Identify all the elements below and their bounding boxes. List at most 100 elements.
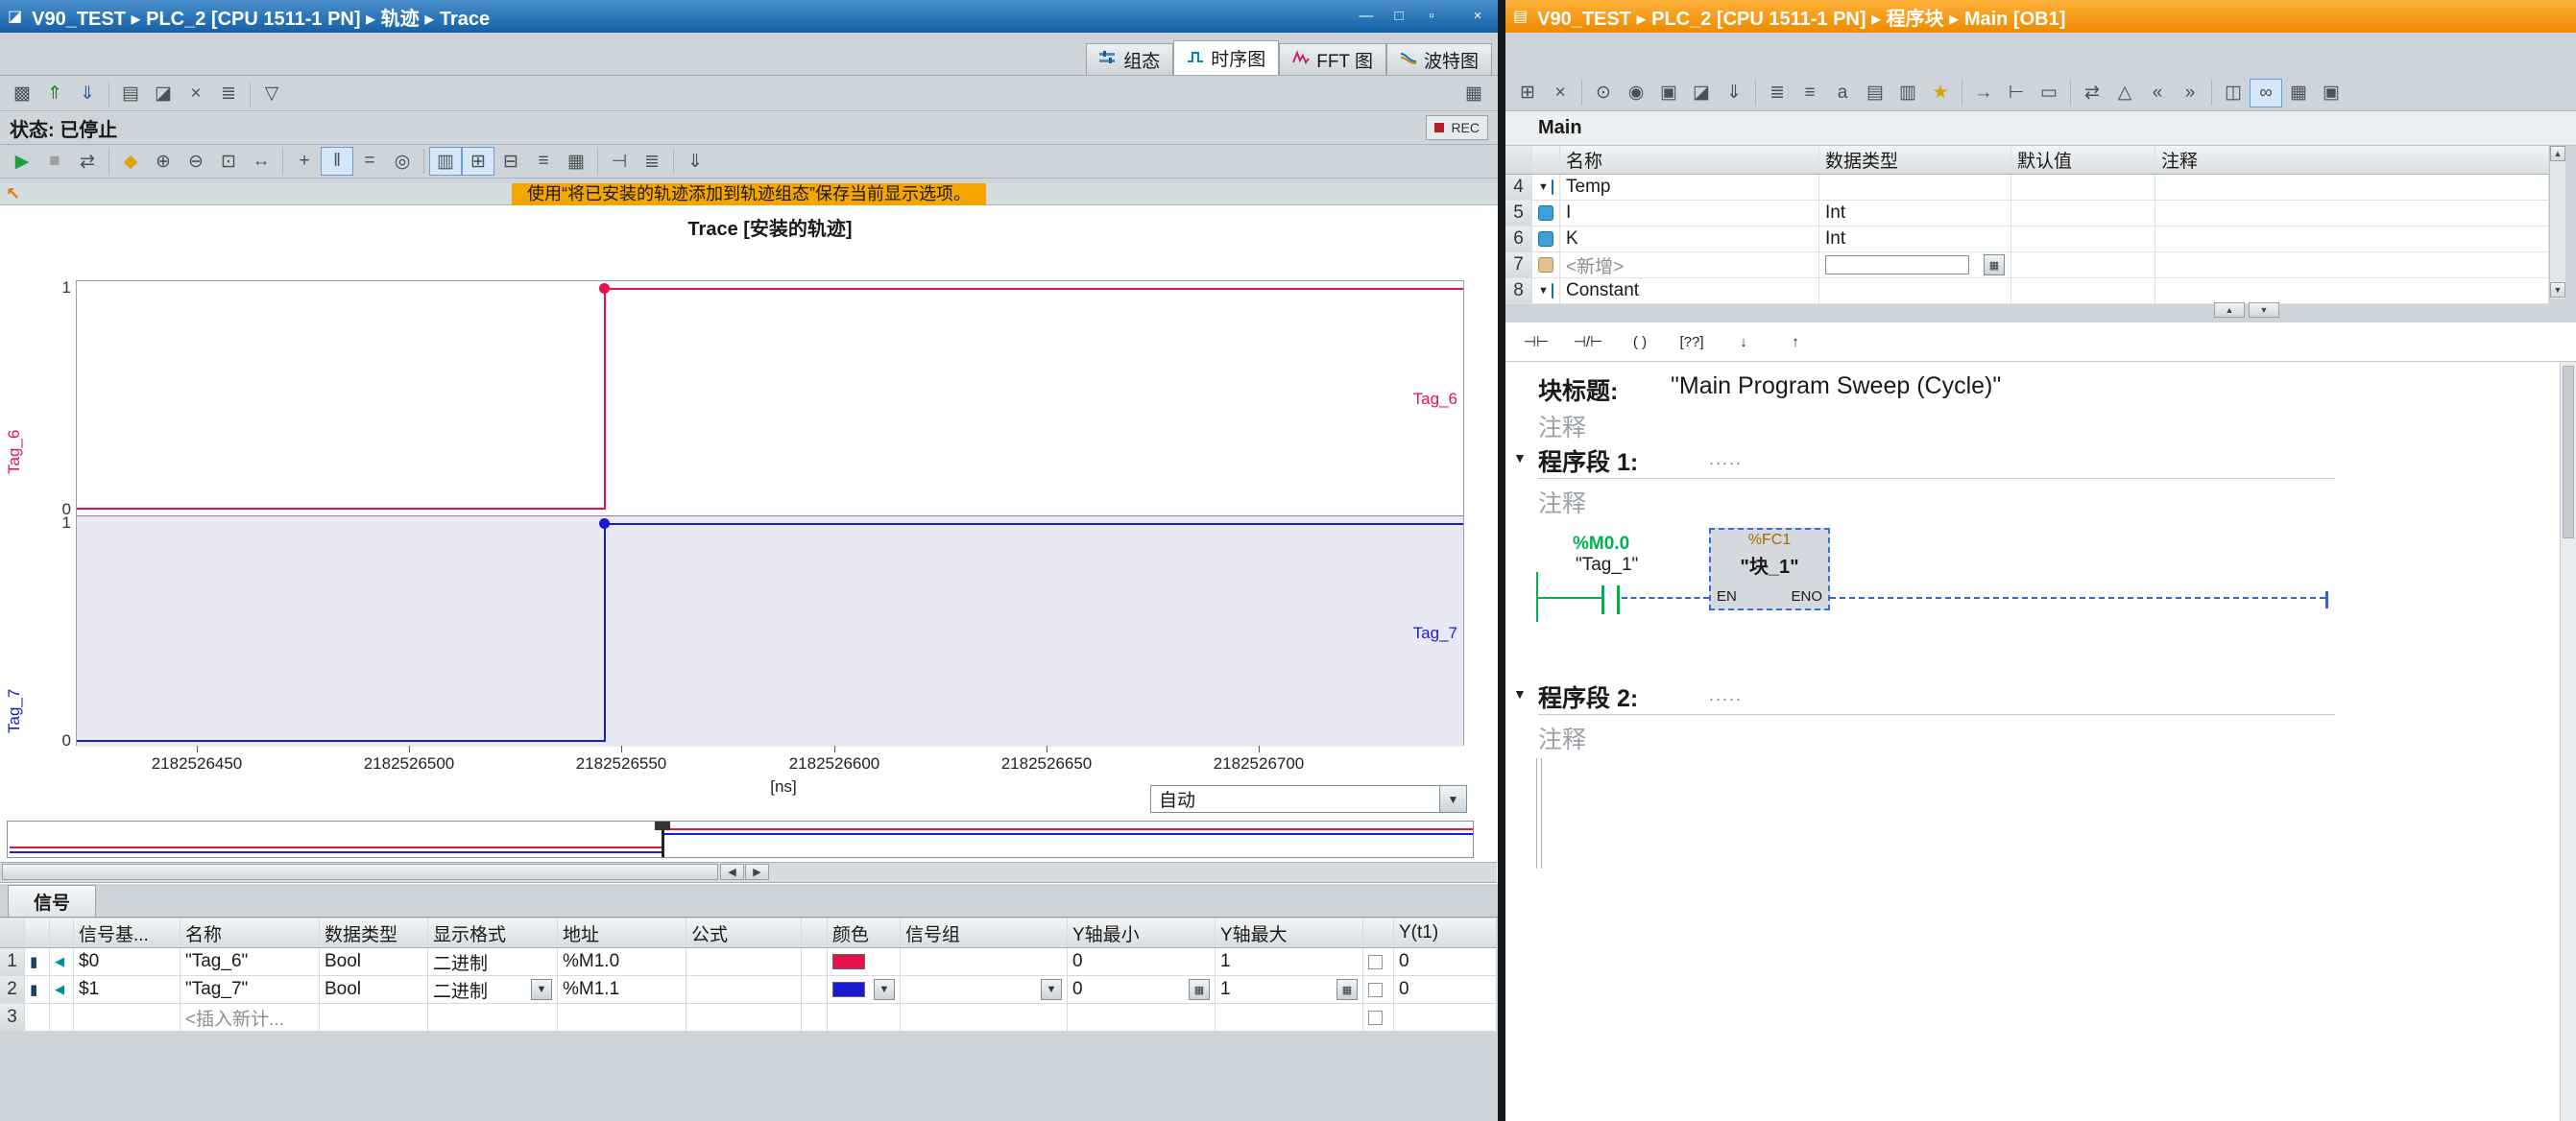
table-row[interactable]: 7 <新增> ▦ [1505,252,2549,278]
new-measurement-icon[interactable]: ▩ [6,80,38,108]
export-icon[interactable]: ⇑ [38,80,71,108]
chevron-down-icon[interactable]: ▼ [1439,786,1466,812]
signal-formula-cell[interactable] [686,976,802,1003]
signal-group-cell[interactable] [901,948,1068,975]
browse-icon[interactable]: ▦ [1336,979,1358,1000]
variable-comment-cell[interactable] [2155,201,2549,226]
open-branch-icon[interactable]: ⊢ [2000,79,2033,107]
bit-tracks-icon[interactable]: ▥ [429,147,462,176]
download-values-icon[interactable]: ⇓ [1718,79,1750,107]
y-max-cell[interactable]: 1▦ [1216,976,1363,1003]
collapse-interface-icon[interactable]: ▲ [2214,302,2245,318]
signal-datatype-cell[interactable]: Bool [320,948,428,975]
signal-address-cell[interactable]: %M1.0 [558,948,686,975]
list-icon[interactable]: ≣ [212,80,245,108]
empty-box-icon[interactable]: [??] [1671,326,1713,357]
visibility-checkbox[interactable] [1368,983,1383,997]
scrollbar-thumb[interactable] [2,864,718,880]
stop-trace-icon[interactable]: ■ [38,147,71,176]
start-trace-icon[interactable]: ▶ [6,147,38,176]
trigger-icon[interactable]: ◆ [114,147,147,176]
chevron-down-icon[interactable]: ▼ [1538,181,1549,193]
snap-points-icon[interactable]: ◎ [386,147,419,176]
variable-default-cell[interactable] [2011,227,2155,251]
time-range-select[interactable]: 自动 ▼ [1150,785,1467,813]
zoom-out-icon[interactable]: ⊖ [180,147,212,176]
detach-icon[interactable]: ▣ [2315,79,2347,107]
split-editor-icon[interactable]: ◫ [2217,79,2250,107]
contact-tag-name[interactable]: "Tag_1" [1576,555,1638,576]
delete-row-icon[interactable]: × [1544,79,1577,107]
block-title-value[interactable]: "Main Program Sweep (Cycle)" [1671,372,2001,400]
copy-icon[interactable]: ◪ [147,80,180,108]
tag7-transition-marker[interactable] [599,518,610,529]
collapse-networks-icon[interactable]: ≡ [1794,79,1826,107]
y-min-cell[interactable]: 0▦ [1068,976,1216,1003]
snapshot-icon[interactable]: ▦ [1457,80,1490,108]
scroll-down-icon[interactable]: ▼ [2550,282,2565,298]
en-pin-label[interactable]: EN [1717,588,1737,605]
coil-icon[interactable]: ( ) [1619,326,1661,357]
visibility-checkbox[interactable] [1368,955,1383,969]
monitoring-icon[interactable]: ∞ [2250,79,2282,107]
horizontal-cursor-icon[interactable]: = [353,147,386,176]
legend-icon[interactable]: ≡ [527,147,560,176]
open-branch-icon[interactable]: ↓ [1722,326,1765,357]
signal-datatype-cell[interactable]: Bool [320,976,428,1003]
overview-cursor-grip[interactable] [655,822,670,830]
signal-name-cell[interactable]: "Tag_7" [181,976,320,1003]
signal-color-cell[interactable]: ▼ [828,976,901,1003]
block-comment[interactable]: 注释 [1538,409,1586,443]
align-left-icon[interactable]: ⊣ [603,147,636,176]
expand-networks-icon[interactable]: ≣ [1761,79,1794,107]
refresh-icon[interactable]: ⇄ [2076,79,2108,107]
scroll-left-icon[interactable]: ◀ [720,864,744,880]
retain-values-icon[interactable]: ◉ [1620,79,1652,107]
zoom-in-icon[interactable]: ⊕ [147,147,180,176]
minimize-button[interactable]: — [1354,6,1379,27]
network1-title-dots[interactable]: ..... [1709,449,1743,469]
network2-title[interactable]: 程序段 2: [1538,680,1638,714]
network1-collapse-icon[interactable]: ▼ [1513,450,1527,465]
signal-base-cell[interactable] [74,1004,181,1031]
maximize-button[interactable]: □ [1386,6,1411,27]
contact-bar-right[interactable] [1617,585,1620,614]
tab-configuration[interactable]: 组态 [1086,43,1173,75]
fc-call-block[interactable]: %FC1 "块_1" EN ENO [1709,528,1830,610]
no-contact-icon[interactable]: ⊣⊢ [1515,326,1557,357]
network2-comment[interactable]: 注释 [1538,721,1586,755]
favorites-icon[interactable]: ★ [1924,79,1957,107]
variable-name-cell[interactable]: I [1560,201,1819,226]
pointer-icon[interactable]: + [288,147,321,176]
editor-scrollbar[interactable] [2560,362,2576,1121]
variable-comment-cell[interactable] [2155,278,2549,303]
variable-type-cell[interactable] [1819,278,2011,303]
variable-default-cell[interactable] [2011,175,2155,200]
variable-name-cell[interactable]: Constant [1560,278,1819,303]
browse-icon[interactable]: ▦ [1984,254,2005,275]
empty-box-icon[interactable]: ▭ [2033,79,2065,107]
chevron-down-icon[interactable]: ▼ [1041,979,1062,1000]
color-swatch[interactable] [832,982,865,997]
y-min-cell[interactable]: 0 [1068,948,1216,975]
expand-interface-icon[interactable]: ▼ [2249,302,2279,318]
chevron-down-icon[interactable]: ▼ [1538,285,1549,297]
variable-type-cell[interactable]: ▦ [1819,252,2011,277]
visible-cell[interactable] [1363,1004,1394,1031]
eno-pin-label[interactable]: ENO [1791,588,1822,605]
jump-to-icon[interactable]: → [1967,79,2000,107]
tab-timing-diagram[interactable]: 时序图 [1173,40,1279,75]
free-comments-icon[interactable]: ▥ [1891,79,1924,107]
signal-formula-cell[interactable] [686,948,802,975]
variable-default-cell[interactable] [2011,278,2155,303]
align-justify-icon[interactable]: ≣ [636,147,668,176]
redo-icon[interactable]: » [2174,79,2206,107]
network2-collapse-icon[interactable]: ▼ [1513,686,1527,702]
signal-base-cell[interactable]: $0 [74,948,181,975]
table-row[interactable]: 6 K Int [1505,227,2549,252]
signal-group-cell[interactable]: ▼ [901,976,1068,1003]
consistency-check-icon[interactable]: △ [2108,79,2141,107]
tab-fft-diagram[interactable]: FFT 图 [1279,43,1386,75]
nc-contact-icon[interactable]: ⊣/⊢ [1567,326,1609,357]
add-variable-cell[interactable]: <新增> [1560,252,1819,277]
